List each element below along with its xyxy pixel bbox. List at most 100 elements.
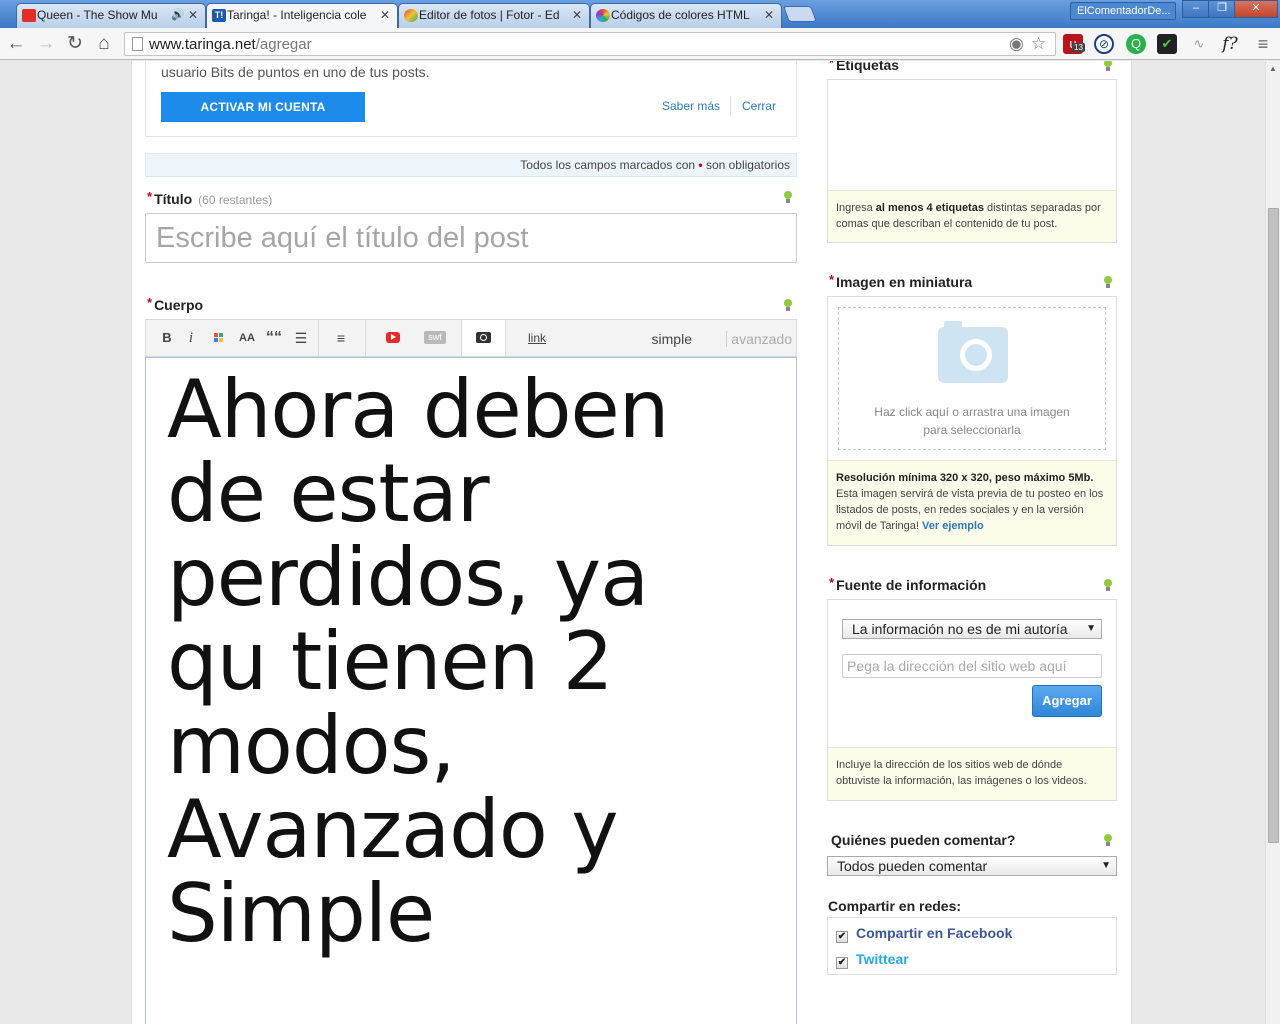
align-icon[interactable]: ≡ [330,320,352,356]
checkmark-extension-icon[interactable]: ✔ [1157,34,1177,54]
thumbnail-help-bulb-icon[interactable] [1103,276,1112,289]
camera-icon[interactable] [476,332,491,343]
tags-box: Ingresa al menos 4 etiquetas distintas s… [827,79,1117,243]
menu-icon[interactable]: ≡ [1253,34,1273,54]
tab-close-icon[interactable]: ✕ [572,4,582,26]
back-arrow-icon[interactable]: ← [4,32,28,56]
tab-taringa[interactable]: T! Taringa! - Inteligencia cole ✕ [206,3,398,28]
title-input[interactable] [145,213,797,263]
title-label: * Título (60 restantes) [147,189,273,207]
editor-body[interactable]: Ahora deben de estar perdidos, ya qu tie… [145,357,797,1024]
bold-button[interactable]: B [158,320,176,356]
cerrar-link[interactable]: Cerrar [742,99,776,113]
tab-queen[interactable]: Queen - The Show Mu 🔊 ✕ [16,3,206,28]
swf-button[interactable]: swf [424,331,446,344]
camera-placeholder-icon [938,321,1008,383]
address-bar[interactable]: www.taringa.net/agregar ◉ ☆ [124,32,1056,56]
color-grid-icon[interactable] [208,320,228,356]
body-help-bulb-icon[interactable] [783,299,792,312]
thumbnail-label: * Imagen en miniatura [829,272,973,290]
block-extension-icon[interactable]: ⊘ [1094,34,1114,54]
youtube-icon[interactable] [386,332,400,343]
image-drop-zone[interactable]: Haz click aquí o arrastra una imagen par… [838,307,1106,450]
window-close-button[interactable]: ✕ [1234,0,1278,18]
saber-mas-link[interactable]: Saber más [662,99,720,113]
green-extension-icon[interactable]: Q [1126,34,1146,54]
tab-close-icon[interactable]: ✕ [188,4,198,26]
mode-avanzado-toggle[interactable]: avanzado [726,331,792,347]
title-help-bulb-icon[interactable] [783,191,792,204]
function-extension-icon[interactable]: f? [1220,34,1240,54]
ublock-extension-icon[interactable]: u13 [1063,34,1085,54]
source-url-input[interactable] [842,654,1102,678]
profile-button[interactable]: ElComentadorDe... [1070,2,1176,20]
tab-colores[interactable]: Códigos de colores HTML ✕ [590,3,782,28]
bookmark-star-icon[interactable]: ☆ [1031,34,1046,54]
tab-title: Queen - The Show Mu [37,8,158,22]
activation-notice: usuario Bits de puntos en uno de tus pos… [145,61,797,137]
comments-select[interactable]: Todos pueden comentar ▼ [827,856,1117,876]
post-editor-container: usuario Bits de puntos en uno de tus pos… [131,61,1132,1024]
tab-close-icon[interactable]: ✕ [764,4,774,26]
share-facebook-option[interactable]: ✔ Compartir en Facebook [836,925,1012,943]
tab-close-icon[interactable]: ✕ [380,4,390,26]
notice-text: usuario Bits de puntos en uno de tus pos… [161,64,430,80]
tab-title: Códigos de colores HTML [611,8,750,22]
minimize-button[interactable]: ‒ [1182,0,1210,18]
url-text: www.taringa.net/agregar [149,36,312,53]
tags-help-bulb-icon[interactable] [1103,61,1112,72]
new-tab-button[interactable] [783,6,817,22]
browser-toolbar: ← → ↻ ⌂ www.taringa.net/agregar ◉ ☆ u13 … [0,28,1280,60]
checkbox-icon[interactable]: ✔ [836,931,848,943]
body-label: * Cuerpo [147,295,204,313]
browser-tab-bar: Queen - The Show Mu 🔊 ✕ T! Taringa! - In… [0,0,1280,28]
forward-arrow-icon[interactable]: → [34,32,58,56]
list-icon[interactable]: ☰ [290,320,312,356]
mode-simple-toggle[interactable]: simple [652,331,692,347]
speaker-icon: 🔊 [171,9,185,21]
source-box: La información no es de mi autoría ▼ Agr… [827,599,1117,801]
comments-help-bulb-icon[interactable] [1103,834,1112,847]
italic-button[interactable]: i [183,320,199,356]
tab-title: Taringa! - Inteligencia cole [227,8,367,22]
editor-content[interactable]: Ahora deben de estar perdidos, ya qu tie… [167,368,767,956]
color-wheel-favicon-icon [596,9,610,22]
page-icon [132,37,143,51]
youtube-favicon-icon [22,9,36,22]
fotor-favicon-icon [404,9,418,22]
source-label: * Fuente de información [829,575,987,593]
quote-button[interactable]: ““ [264,320,284,356]
link-button[interactable]: link [526,320,548,356]
restore-button[interactable]: ❐ [1208,0,1236,18]
share-twitter-option[interactable]: ✔ Twittear [836,951,909,969]
title-remaining: (60 restantes) [198,193,273,207]
add-source-button[interactable]: Agregar [1032,685,1102,717]
tab-fotor[interactable]: Editor de fotos | Fotor - Ed ✕ [398,3,590,28]
home-icon[interactable]: ⌂ [92,32,116,56]
share-box: ✔ Compartir en Facebook ✔ Twittear [827,917,1117,975]
dropdown-arrow-icon: ▼ [1101,860,1111,871]
tab-title: Editor de fotos | Fotor - Ed [419,8,560,22]
ver-ejemplo-link[interactable]: Ver ejemplo [922,520,984,532]
editor-toolbar: B i AA ““ ☰ ≡ swf link simple avanzado [145,319,797,357]
comments-label: Quiénes pueden comentar? [831,832,1016,848]
scroll-up-arrow-icon[interactable]: ▲ [1269,64,1277,73]
activate-account-button[interactable]: ACTIVAR MI CUENTA [161,92,365,122]
source-select[interactable]: La información no es de mi autoría ▼ [842,619,1102,639]
source-info: Incluye la dirección de los sitios web d… [828,747,1116,800]
divider [730,96,731,116]
reload-icon[interactable]: ↻ [63,32,87,56]
source-help-bulb-icon[interactable] [1103,579,1112,592]
page-viewport: usuario Bits de puntos en uno de tus pos… [0,61,1265,1024]
wave-extension-icon[interactable]: ∿ [1189,34,1209,54]
checkbox-icon[interactable]: ✔ [836,957,848,969]
scrollbar-thumb[interactable] [1268,208,1279,843]
page-scrollbar[interactable]: ▲ [1265,61,1280,1024]
tags-info: Ingresa al menos 4 etiquetas distintas s… [828,190,1116,242]
tags-input-area[interactable] [828,80,1116,190]
dropdown-arrow-icon: ▼ [1086,623,1096,634]
share-label: Compartir en redes: [828,898,962,914]
taringa-favicon-icon: T! [212,9,226,22]
lightbulb-icon[interactable]: ◉ [1009,34,1024,54]
font-size-button[interactable]: AA [236,320,258,356]
